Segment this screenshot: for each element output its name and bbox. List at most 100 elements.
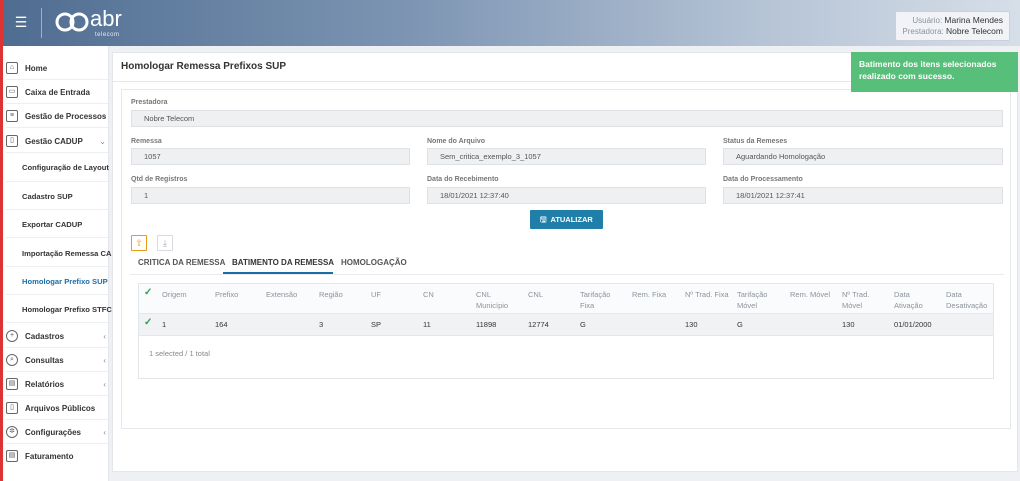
column-header[interactable]: Data Ativação <box>894 289 934 311</box>
top-bar: ☰ abr telecom Usuário: Marina Mendes Pre… <box>0 0 1020 46</box>
column-header[interactable]: Origem <box>162 289 187 300</box>
remessa-field: 1057 <box>131 148 410 165</box>
report-icon: ▤ <box>6 378 18 390</box>
sidebar-item-label: Consultas <box>25 355 64 365</box>
sidebar-item-configuracoes[interactable]: ✲ Configurações ‹ <box>6 426 112 438</box>
sidebar-item-label: Arquivos Públicos <box>25 403 96 413</box>
chevron-left-icon: ‹ <box>103 355 106 365</box>
column-header[interactable]: Rem. Fixa <box>632 289 666 300</box>
sidebar-subitem-homologar-prefixo-sup[interactable]: Homologar Prefixo SUP <box>22 277 112 286</box>
column-header[interactable]: CNL Município <box>476 289 516 311</box>
table-cell: 11 <box>423 320 431 329</box>
chevron-left-icon: ‹ <box>103 379 106 389</box>
file-icon: ▯ <box>6 402 18 414</box>
sidebar-item-relatorios[interactable]: ▤ Relatórios ‹ <box>6 378 112 390</box>
sidebar-divider <box>6 103 112 104</box>
prestadora-name: Nobre Telecom <box>945 26 1003 36</box>
table-cell: 12774 <box>528 320 549 329</box>
sidebar-item-label: Home <box>25 63 48 73</box>
sidebar-item-label: Relatórios <box>25 379 65 389</box>
table-row[interactable]: ✓ 1 164 3 SP 11 11898 12774 G 130 G 130 … <box>139 314 993 336</box>
sidebar-item-label: Gestão CADUP <box>25 136 83 146</box>
document-icon: ▯ <box>6 135 18 147</box>
main-content: Homologar Remessa Prefixos SUP Prestador… <box>112 52 1018 472</box>
column-header[interactable]: Tarifação Fixa <box>580 289 620 311</box>
user-info-box[interactable]: Usuário: Marina Mendes Prestadora: Nobre… <box>895 11 1010 41</box>
header-divider <box>41 8 42 38</box>
sidebar-divider <box>6 443 112 444</box>
tab-homologacao[interactable]: HOMOLOGAÇÃO <box>341 258 407 267</box>
sidebar-subitem-configuracao-layout[interactable]: Configuração de Layout <box>22 163 112 172</box>
sidebar: ⌂ Home ▭ Caixa de Entrada ≡ Gestão de Proce… <box>0 46 112 481</box>
sidebar-item-arquivos-publicos[interactable]: ▯ Arquivos Públicos <box>6 402 112 414</box>
column-header[interactable]: Data Desativação <box>946 289 992 311</box>
page-title: Homologar Remessa Prefixos SUP <box>121 61 287 72</box>
invoice-icon: ▤ <box>6 450 18 462</box>
tab-critica-da-remessa[interactable]: CRITICA DA REMESSA <box>138 258 225 267</box>
sidebar-divider <box>6 322 112 323</box>
process-icon: ≡ <box>6 110 18 122</box>
recebimento-field: 18/01/2021 12:37:40 <box>427 187 706 204</box>
success-toast[interactable]: Batimento dos itens selecionados realiza… <box>851 52 1018 92</box>
sidebar-divider <box>6 152 112 153</box>
status-field-label: Status da Remeses <box>723 138 788 145</box>
sidebar-subitem-cadastro-sup[interactable]: Cadastro SUP <box>22 192 112 201</box>
download-icon[interactable]: ⤓ <box>157 235 173 251</box>
table-cell: 01/01/2000 <box>894 320 932 329</box>
chevron-left-icon: ‹ <box>103 427 106 437</box>
sidebar-divider <box>6 181 112 182</box>
logo-text: abr <box>90 6 122 31</box>
sidebar-item-home[interactable]: ⌂ Home <box>6 62 112 74</box>
sidebar-item-cadastros[interactable]: + Cadastros ‹ <box>6 330 112 342</box>
chevron-left-icon: ‹ <box>103 331 106 341</box>
sidebar-item-caixa-de-entrada[interactable]: ▭ Caixa de Entrada <box>6 86 112 98</box>
recebimento-field-label: Data do Recebimento <box>427 176 499 183</box>
hamburger-menu-icon[interactable]: ☰ <box>13 14 29 30</box>
sidebar-item-consultas[interactable]: ⌕ Consultas ‹ <box>6 354 112 366</box>
column-header[interactable]: UF <box>371 289 381 300</box>
column-header[interactable]: Rem. Móvel <box>790 289 830 300</box>
processamento-field-label: Data do Processamento <box>723 176 803 183</box>
chevron-left-icon: ‹ <box>103 111 106 121</box>
sidebar-divider <box>6 127 112 128</box>
inbox-icon: ▭ <box>6 86 18 98</box>
prestadora-label: Prestadora: <box>902 27 944 36</box>
selection-count: 1 selected / 1 total <box>149 349 210 358</box>
table-cell: 3 <box>319 320 324 329</box>
sidebar-subitem-importacao-remessa[interactable]: Importação Remessa CADUP <box>22 249 112 258</box>
sidebar-divider <box>6 347 112 348</box>
column-header[interactable]: CN <box>423 289 434 300</box>
sidebar-item-label: Gestão de Processos <box>25 111 107 121</box>
sidebar-item-faturamento[interactable]: ▤ Faturamento <box>6 450 112 462</box>
update-button[interactable]: 🖫 ATUALIZAR <box>530 210 603 229</box>
prestadora-field-label: Prestadora <box>131 99 168 106</box>
select-all-check-icon[interactable]: ✓ <box>144 287 152 298</box>
column-header[interactable]: Extensão <box>266 289 297 300</box>
row-check-icon[interactable]: ✓ <box>144 317 152 328</box>
column-header[interactable]: Região <box>319 289 343 300</box>
column-header[interactable]: Nº Trad. Móvel <box>842 289 882 311</box>
sidebar-item-label: Configurações <box>25 427 82 437</box>
qtd-field: 1 <box>131 187 410 204</box>
tab-batimento-da-remessa[interactable]: BATIMENTO DA REMESSA <box>232 258 334 267</box>
column-header[interactable]: Prefixo <box>215 289 238 300</box>
batimento-table: ✓ Origem Prefixo Extensão Região UF CN C… <box>138 283 994 379</box>
gear-icon: ✲ <box>6 426 18 438</box>
sidebar-divider <box>6 79 112 80</box>
status-field: Aguardando Homologação <box>723 148 1003 165</box>
sidebar-divider <box>6 209 112 210</box>
sidebar-subitem-exportar-cadup[interactable]: Exportar CADUP <box>22 220 112 229</box>
upload-cloud-icon[interactable]: ⇧ <box>131 235 147 251</box>
sidebar-divider <box>6 266 112 267</box>
column-header[interactable]: Tarifação Móvel <box>737 289 777 311</box>
sidebar-item-gestao-cadup[interactable]: ▯ Gestão CADUP ⌄ <box>6 135 112 147</box>
arquivo-field: Sem_critica_exemplo_3_1057 <box>427 148 706 165</box>
sidebar-item-gestao-de-processos[interactable]: ≡ Gestão de Processos ‹ <box>6 110 112 122</box>
table-cell: 130 <box>685 320 698 329</box>
logo-mark-icon <box>55 12 89 32</box>
sidebar-subitem-homologar-prefixo-stfc[interactable]: Homologar Prefixo STFC... <box>22 305 112 314</box>
update-button-label: ATUALIZAR <box>550 215 593 224</box>
column-header[interactable]: Nº Trad. Fixa <box>685 289 729 300</box>
sidebar-divider <box>6 237 112 238</box>
column-header[interactable]: CNL <box>528 289 543 300</box>
